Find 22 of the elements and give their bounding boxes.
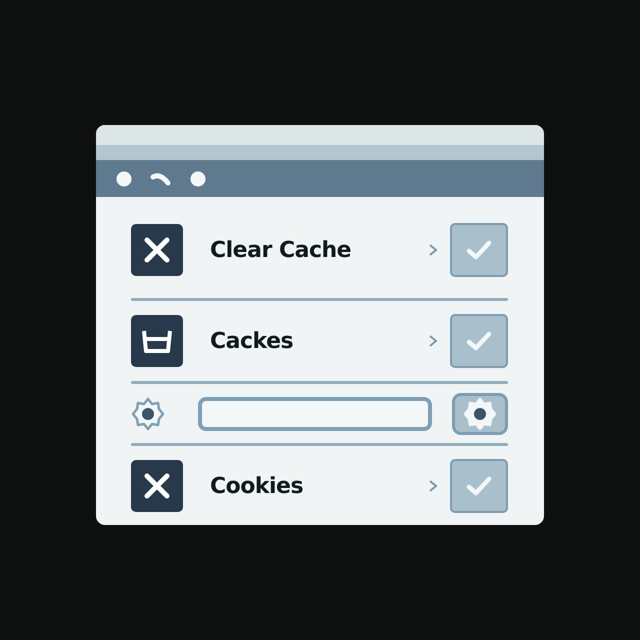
check-icon xyxy=(465,475,493,497)
checkbox[interactable] xyxy=(450,314,508,368)
chevron-icon[interactable] xyxy=(428,479,438,493)
basket-icon[interactable] xyxy=(131,315,183,367)
window-dot-icon[interactable] xyxy=(190,170,206,186)
gear-icon xyxy=(463,396,497,430)
chevron-icon[interactable] xyxy=(428,334,438,348)
settings-button[interactable] xyxy=(452,392,508,434)
check-icon xyxy=(465,239,493,261)
gear-icon xyxy=(131,396,165,430)
window-dot-icon[interactable] xyxy=(116,170,132,186)
chevron-icon[interactable] xyxy=(428,243,438,257)
item-label: Cackes xyxy=(210,328,294,354)
curve-icon[interactable] xyxy=(150,170,172,186)
item-label: Clear Cache xyxy=(210,238,352,262)
checkbox[interactable] xyxy=(450,223,508,277)
checkbox[interactable] xyxy=(450,459,508,513)
input-field[interactable] xyxy=(198,396,432,430)
check-icon xyxy=(465,330,493,352)
close-icon[interactable] xyxy=(131,224,183,276)
close-icon[interactable] xyxy=(131,460,183,512)
item-label: Cookies xyxy=(210,474,304,498)
